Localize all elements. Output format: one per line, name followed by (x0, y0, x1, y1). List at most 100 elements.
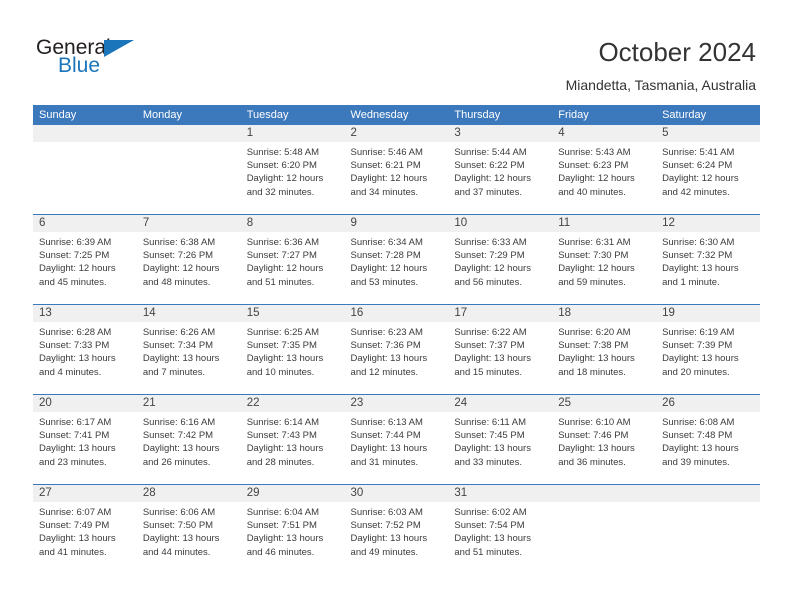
calendar-day-cell[interactable]: 30 Sunrise: 6:03 AM Sunset: 7:52 PM Dayligh… (344, 484, 449, 574)
calendar-day-cell[interactable]: 14 Sunrise: 6:26 AM Sunset: 7:34 PM Dayligh… (136, 304, 241, 395)
daylight-text-line2: and 7 minutes. (142, 366, 206, 378)
day-sun-info: Sunrise: 6:06 AM Sunset: 7:50 PM Daylight:… (137, 502, 241, 559)
sunrise-text: Sunrise: 6:08 AM (662, 417, 735, 428)
day-cell-inner (552, 485, 657, 574)
calendar-grid-container: Sunday Monday Tuesday Wednesday Thursday… (33, 105, 760, 574)
page-subtitle: Miandetta, Tasmania, Australia (565, 77, 756, 93)
sunrise-text: Sunrise: 5:44 AM (454, 147, 527, 158)
sunset-text: Sunset: 6:20 PM (246, 160, 317, 172)
calendar-day-cell[interactable]: 25 Sunrise: 6:10 AM Sunset: 7:46 PM Dayligh… (552, 394, 657, 485)
calendar-day-cell[interactable]: 13 Sunrise: 6:28 AM Sunset: 7:33 PM Dayligh… (33, 304, 137, 395)
daylight-text-line1: Daylight: 13 hours (350, 353, 428, 365)
daylight-text-line2: and 45 minutes. (39, 276, 107, 288)
calendar-day-cell[interactable]: 17 Sunrise: 6:22 AM Sunset: 7:37 PM Dayligh… (448, 304, 553, 395)
sunrise-text: Sunrise: 6:28 AM (39, 327, 112, 338)
calendar-day-cell[interactable]: 8 Sunrise: 6:36 AM Sunset: 7:27 PM Daylight… (240, 214, 345, 305)
weekday-header-thursday: Thursday (448, 105, 553, 125)
weekday-header-sunday: Sunday (33, 105, 137, 125)
calendar-day-cell[interactable]: 23 Sunrise: 6:13 AM Sunset: 7:44 PM Dayligh… (344, 394, 449, 485)
brand-logo[interactable]: General Blue (36, 36, 196, 84)
calendar-day-cell[interactable]: 18 Sunrise: 6:20 AM Sunset: 7:38 PM Dayligh… (552, 304, 657, 395)
calendar-day-cell[interactable]: 31 Sunrise: 6:02 AM Sunset: 7:54 PM Dayligh… (448, 484, 553, 574)
sunset-text: Sunset: 7:52 PM (350, 520, 421, 532)
day-number (136, 125, 241, 142)
calendar-day-cell[interactable]: 3 Sunrise: 5:44 AM Sunset: 6:22 PM Daylight… (448, 125, 553, 215)
calendar-day-cell[interactable]: 28 Sunrise: 6:06 AM Sunset: 7:50 PM Dayligh… (136, 484, 241, 574)
day-cell-inner: 3 Sunrise: 5:44 AM Sunset: 6:22 PM Daylight… (448, 125, 553, 214)
sunrise-text: Sunrise: 6:38 AM (142, 237, 216, 248)
day-number: 26 (656, 395, 760, 412)
day-cell-inner: 29 Sunrise: 6:04 AM Sunset: 7:51 PM Dayligh… (240, 485, 345, 574)
day-number: 18 (552, 305, 657, 322)
sunset-text: Sunset: 7:44 PM (350, 430, 421, 442)
calendar-day-cell[interactable]: 5 Sunrise: 5:41 AM Sunset: 6:24 PM Daylight… (656, 125, 760, 215)
daylight-text-line1: Daylight: 13 hours (39, 443, 116, 455)
day-cell-inner: 10 Sunrise: 6:33 AM Sunset: 7:29 PM Dayligh… (448, 215, 553, 304)
daylight-text-line2: and 49 minutes. (350, 546, 419, 558)
calendar-day-cell[interactable]: 19 Sunrise: 6:19 AM Sunset: 7:39 PM Dayligh… (656, 304, 760, 395)
daylight-text-line1: Daylight: 12 hours (39, 263, 116, 275)
calendar-day-cell[interactable]: 27 Sunrise: 6:07 AM Sunset: 7:49 PM Dayligh… (33, 484, 137, 574)
calendar-day-cell[interactable]: 7 Sunrise: 6:38 AM Sunset: 7:26 PM Daylight… (136, 214, 241, 305)
day-cell-inner: 31 Sunrise: 6:02 AM Sunset: 7:54 PM Dayligh… (448, 485, 553, 574)
day-cell-inner: 23 Sunrise: 6:13 AM Sunset: 7:44 PM Dayligh… (344, 395, 449, 484)
sunrise-text: Sunrise: 6:39 AM (39, 237, 112, 248)
daylight-text-line2: and 10 minutes. (246, 366, 315, 378)
calendar-day-cell[interactable]: 26 Sunrise: 6:08 AM Sunset: 7:48 PM Dayligh… (656, 394, 760, 485)
calendar-day-cell[interactable]: 12 Sunrise: 6:30 AM Sunset: 7:32 PM Dayligh… (656, 214, 760, 305)
daylight-text-line1: Daylight: 13 hours (142, 533, 220, 545)
daylight-text-line1: Daylight: 13 hours (142, 443, 220, 455)
daylight-text-line2: and 28 minutes. (246, 456, 315, 468)
day-cell-inner: 1 Sunrise: 5:48 AM Sunset: 6:20 PM Daylight… (240, 125, 345, 214)
daylight-text-line2: and 32 minutes. (246, 186, 315, 198)
day-cell-inner: 4 Sunrise: 5:43 AM Sunset: 6:23 PM Daylight… (552, 125, 657, 214)
day-sun-info: Sunrise: 6:39 AM Sunset: 7:25 PM Daylight:… (33, 232, 137, 289)
sunrise-text: Sunrise: 6:30 AM (662, 237, 735, 248)
calendar-day-cell[interactable]: 24 Sunrise: 6:11 AM Sunset: 7:45 PM Dayligh… (448, 394, 553, 485)
sunset-text: Sunset: 7:35 PM (246, 340, 317, 352)
calendar-day-cell[interactable]: 21 Sunrise: 6:16 AM Sunset: 7:42 PM Dayligh… (136, 394, 241, 485)
daylight-text-line1: Daylight: 13 hours (454, 353, 531, 365)
calendar-day-cell[interactable]: 1 Sunrise: 5:48 AM Sunset: 6:20 PM Daylight… (240, 125, 345, 215)
calendar-day-cell[interactable]: 6 Sunrise: 6:39 AM Sunset: 7:25 PM Daylight… (33, 214, 137, 305)
daylight-text-line2: and 42 minutes. (662, 186, 730, 198)
day-sun-info: Sunrise: 6:20 AM Sunset: 7:38 PM Daylight:… (552, 322, 656, 379)
day-sun-info: Sunrise: 6:33 AM Sunset: 7:29 PM Daylight:… (448, 232, 552, 289)
daylight-text-line1: Daylight: 13 hours (39, 353, 116, 365)
calendar-day-cell[interactable]: 20 Sunrise: 6:17 AM Sunset: 7:41 PM Dayligh… (33, 394, 137, 485)
day-sun-info: Sunrise: 6:28 AM Sunset: 7:33 PM Daylight:… (33, 322, 137, 379)
calendar-day-cell[interactable]: 16 Sunrise: 6:23 AM Sunset: 7:36 PM Dayligh… (344, 304, 449, 395)
daylight-text-line1: Daylight: 12 hours (454, 263, 531, 275)
calendar-day-cell-empty (552, 484, 657, 574)
calendar-day-cell[interactable]: 9 Sunrise: 6:34 AM Sunset: 7:28 PM Daylight… (344, 214, 449, 305)
calendar-day-cell[interactable]: 29 Sunrise: 6:04 AM Sunset: 7:51 PM Dayligh… (240, 484, 345, 574)
calendar-day-cell[interactable]: 10 Sunrise: 6:33 AM Sunset: 7:29 PM Dayligh… (448, 214, 553, 305)
day-number: 10 (448, 215, 553, 232)
calendar-day-cell[interactable]: 11 Sunrise: 6:31 AM Sunset: 7:30 PM Dayligh… (552, 214, 657, 305)
day-sun-info: Sunrise: 5:43 AM Sunset: 6:23 PM Daylight:… (552, 142, 656, 199)
sunrise-text: Sunrise: 6:13 AM (350, 417, 423, 428)
sunset-text: Sunset: 6:24 PM (662, 160, 733, 172)
daylight-text-line2: and 15 minutes. (454, 366, 522, 378)
daylight-text-line2: and 31 minutes. (350, 456, 419, 468)
calendar-day-cell[interactable]: 22 Sunrise: 6:14 AM Sunset: 7:43 PM Dayligh… (240, 394, 345, 485)
day-number: 6 (33, 215, 137, 232)
sunset-text: Sunset: 7:29 PM (454, 250, 525, 262)
day-cell-inner: 19 Sunrise: 6:19 AM Sunset: 7:39 PM Dayligh… (656, 305, 760, 394)
calendar-day-cell[interactable]: 4 Sunrise: 5:43 AM Sunset: 6:23 PM Daylight… (552, 125, 657, 215)
day-cell-inner: 2 Sunrise: 5:46 AM Sunset: 6:21 PM Daylight… (344, 125, 449, 214)
daylight-text-line1: Daylight: 12 hours (662, 173, 739, 185)
calendar-day-cell[interactable]: 15 Sunrise: 6:25 AM Sunset: 7:35 PM Dayligh… (240, 304, 345, 395)
day-sun-info: Sunrise: 6:11 AM Sunset: 7:45 PM Daylight:… (448, 412, 552, 469)
daylight-text-line1: Daylight: 12 hours (350, 263, 428, 275)
daylight-text-line1: Daylight: 13 hours (142, 353, 220, 365)
day-number (656, 485, 760, 502)
day-number: 23 (344, 395, 449, 412)
calendar-day-cell[interactable]: 2 Sunrise: 5:46 AM Sunset: 6:21 PM Daylight… (344, 125, 449, 215)
calendar-week-row: 27 Sunrise: 6:07 AM Sunset: 7:49 PM Dayligh… (33, 484, 760, 574)
sunrise-text: Sunrise: 6:19 AM (662, 327, 735, 338)
daylight-text-line1: Daylight: 12 hours (246, 263, 324, 275)
day-number: 8 (240, 215, 345, 232)
day-number: 17 (448, 305, 553, 322)
day-sun-info: Sunrise: 6:16 AM Sunset: 7:42 PM Daylight:… (137, 412, 241, 469)
